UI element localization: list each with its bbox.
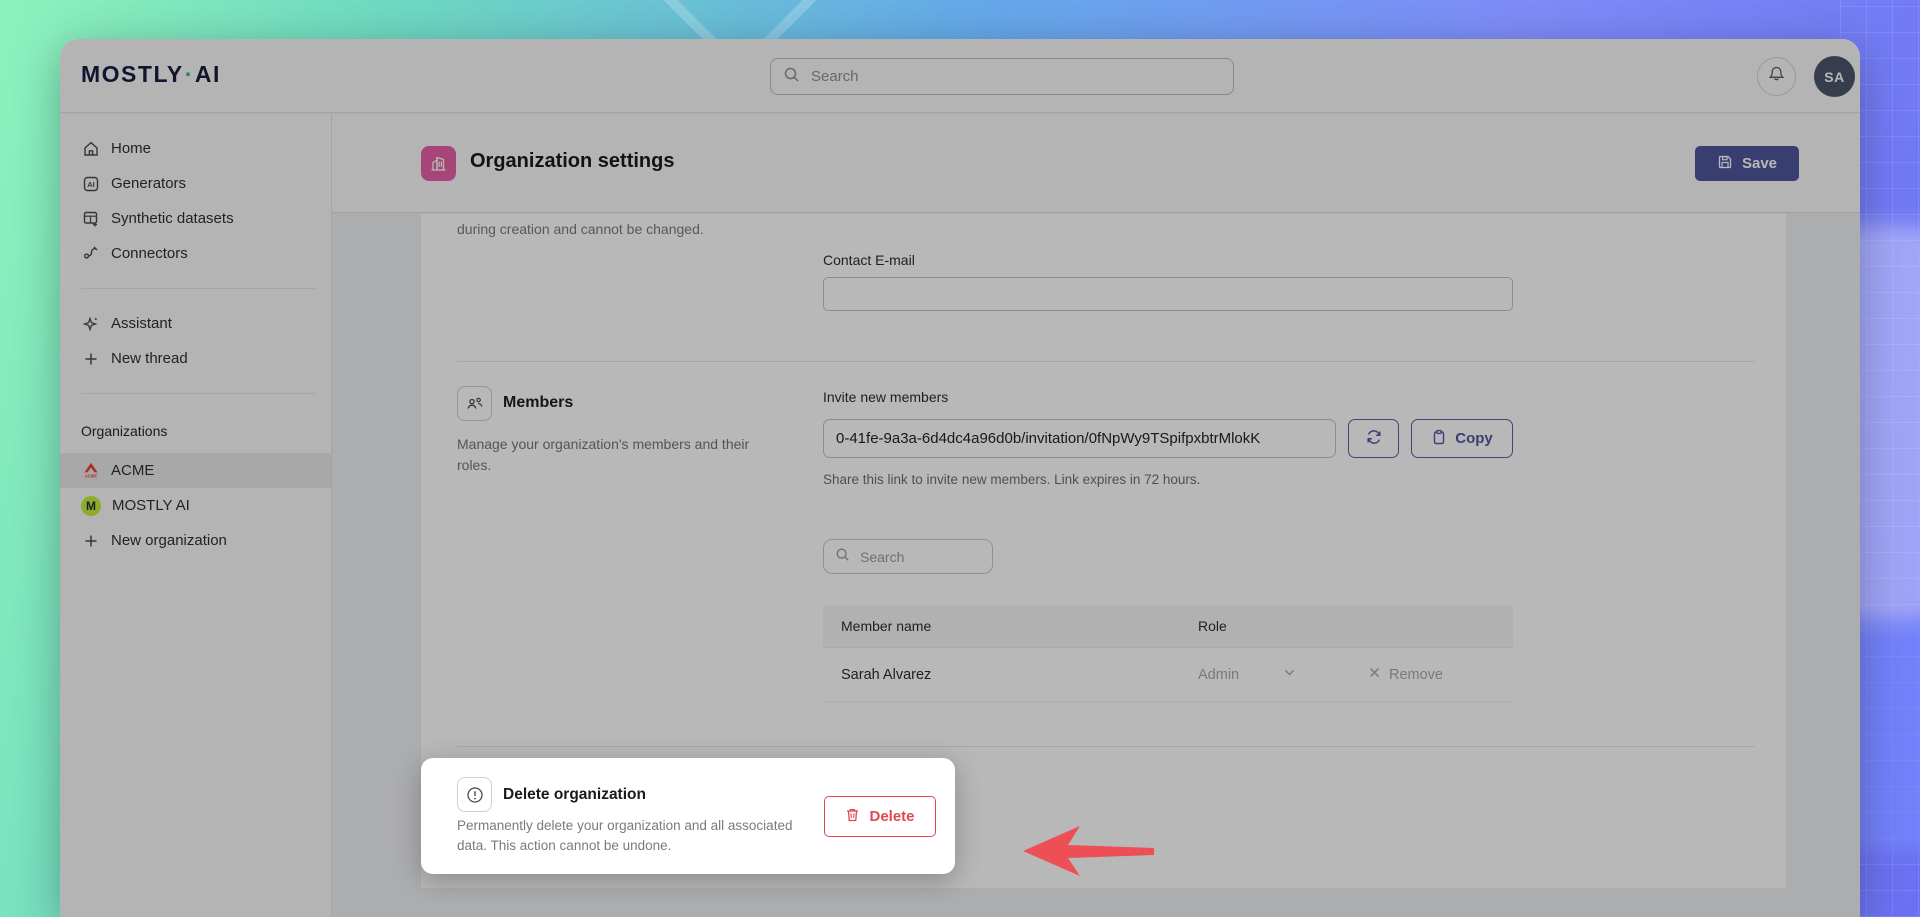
delete-organization-card: Delete organization Permanently delete y… (421, 758, 955, 874)
spotlight-dim-overlay (60, 39, 1860, 917)
delete-button[interactable]: Delete (824, 796, 936, 837)
delete-button-label: Delete (869, 808, 914, 825)
screen: MOSTLY·AI SA Home AI Generato (0, 0, 1920, 917)
arrow-annotation (1023, 824, 1155, 883)
delete-section-title: Delete organization (503, 786, 646, 804)
trash-icon (845, 807, 860, 827)
alert-icon (457, 777, 492, 812)
delete-section-description: Permanently delete your organization and… (457, 816, 797, 856)
app-window: MOSTLY·AI SA Home AI Generato (60, 39, 1860, 917)
